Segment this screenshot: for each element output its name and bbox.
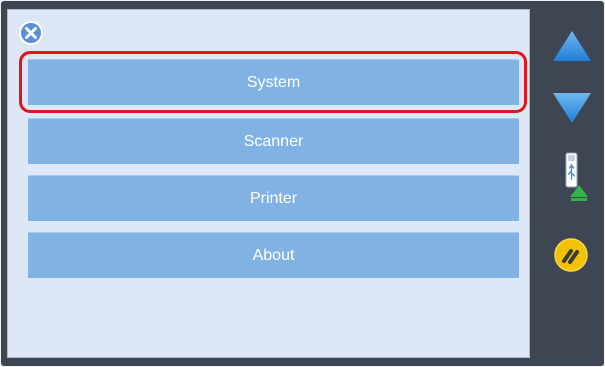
device-frame: System Scanner Printer About bbox=[1, 1, 604, 366]
usb-upload-icon[interactable] bbox=[559, 151, 591, 205]
menu-item-label: Printer bbox=[249, 189, 298, 207]
menu-item-about[interactable]: About bbox=[28, 232, 519, 278]
menu-item-printer[interactable]: Printer bbox=[28, 175, 519, 221]
up-arrow-icon[interactable] bbox=[551, 29, 593, 65]
menu-item-system[interactable]: System bbox=[28, 59, 519, 105]
menu-item-scanner[interactable]: Scanner bbox=[28, 118, 519, 164]
close-icon[interactable] bbox=[18, 20, 44, 46]
menu-item-label: System bbox=[246, 73, 301, 91]
tools-icon[interactable] bbox=[553, 237, 589, 273]
menu-item-label: Scanner bbox=[243, 132, 304, 150]
down-arrow-icon[interactable] bbox=[551, 89, 593, 125]
menu-item-label: About bbox=[252, 246, 295, 264]
